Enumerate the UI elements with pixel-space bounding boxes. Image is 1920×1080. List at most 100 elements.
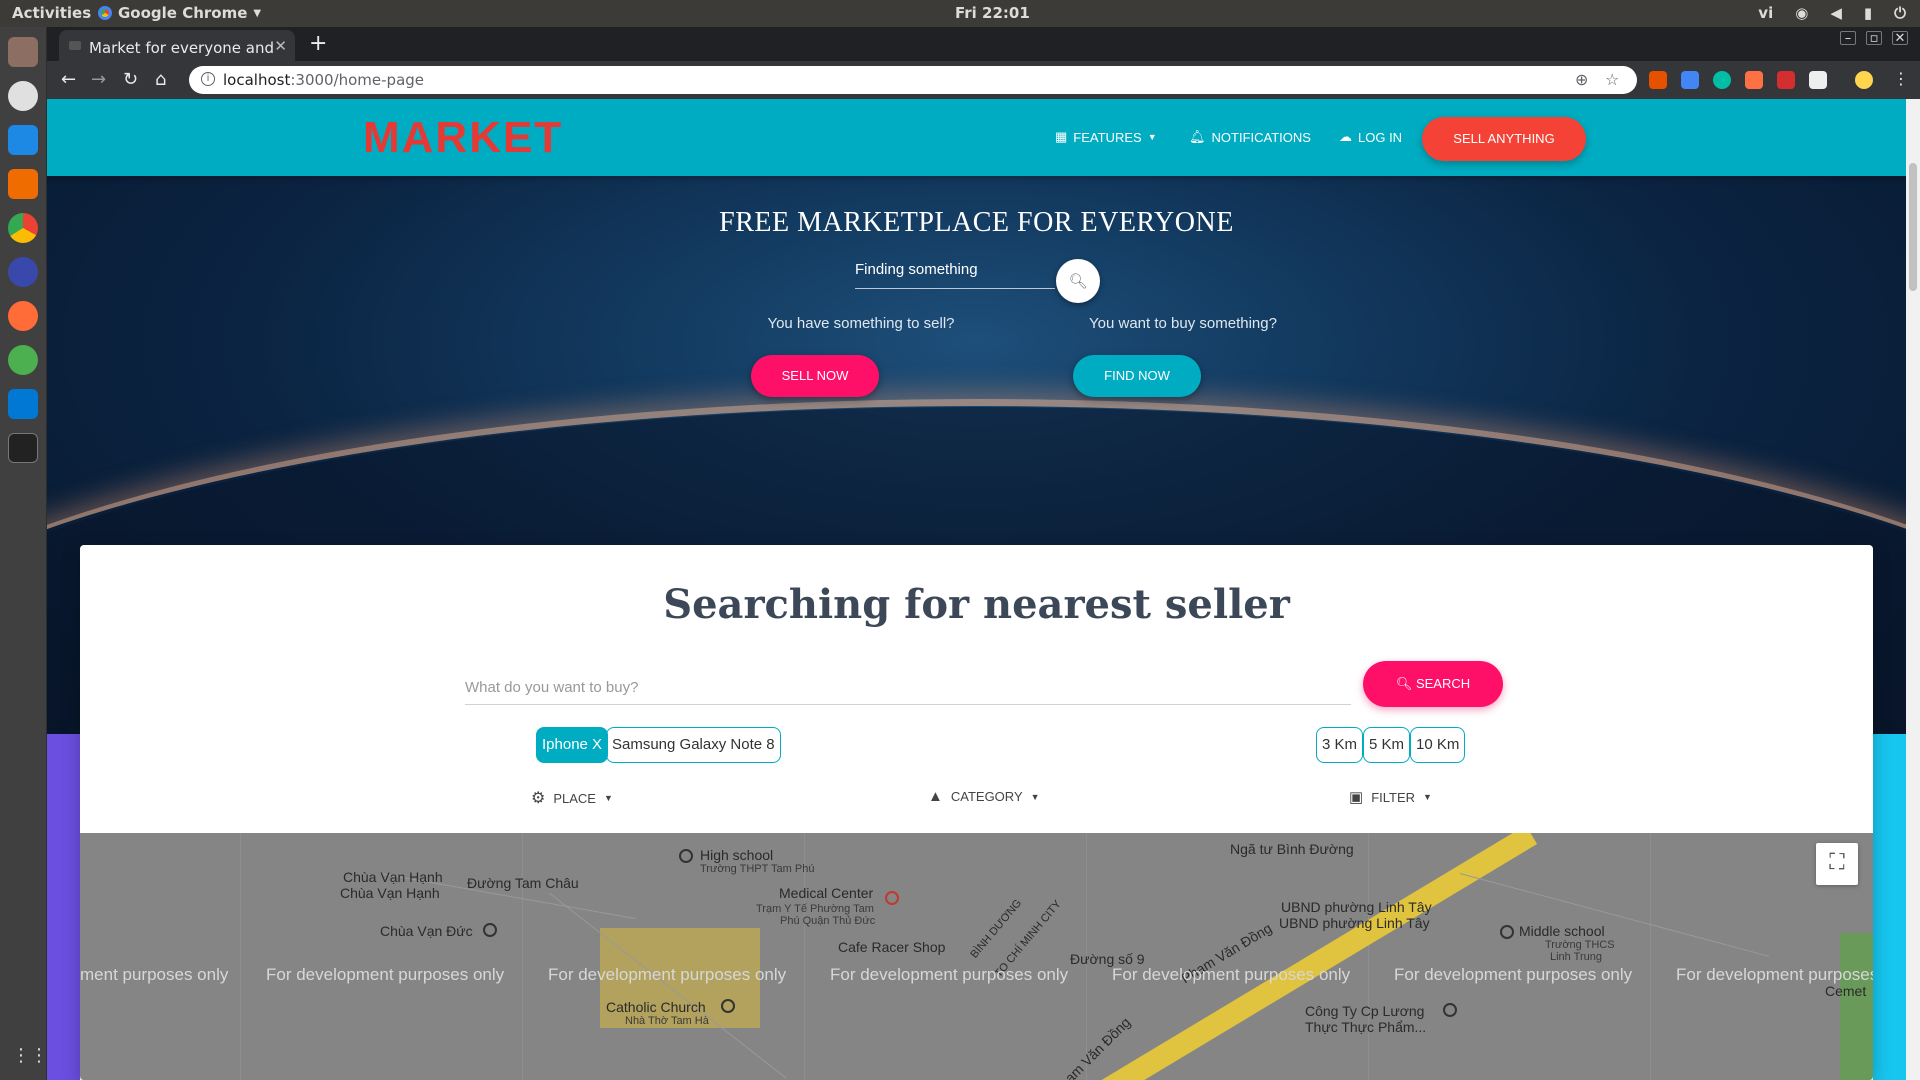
product-chip-samsung[interactable]: Samsung Galaxy Note 8 <box>606 727 781 763</box>
map-icon: ▦ <box>1055 129 1068 144</box>
site-logo[interactable]: MARKET <box>363 113 563 163</box>
activities-button[interactable]: Activities <box>12 4 91 22</box>
url-path: :3000/home-page <box>290 71 425 89</box>
close-tab-icon[interactable]: ✕ <box>274 37 287 55</box>
software-center-icon[interactable] <box>8 169 38 199</box>
map-label-cemetery: Cemet <box>1825 983 1867 999</box>
reload-icon[interactable]: ↻ <box>123 69 138 90</box>
profile-avatar[interactable] <box>1855 71 1873 89</box>
extension-icon-1[interactable] <box>1649 71 1667 89</box>
info-icon[interactable]: i <box>201 72 215 86</box>
translate-extension-icon[interactable] <box>1681 71 1699 89</box>
page-viewport: FREE MARKETPLACE FOR EVERYONE Finding so… <box>47 99 1906 1080</box>
features-menu[interactable]: ▦ FEATURES ▼ <box>1055 129 1157 145</box>
map-label-nga-tu: Ngã tư Bình Đường <box>1230 841 1354 857</box>
new-tab-icon[interactable]: + <box>309 31 327 56</box>
extension-icon-5[interactable] <box>1777 71 1795 89</box>
forward-icon[interactable]: → <box>91 69 106 90</box>
distance-chip-5km[interactable]: 5 Km <box>1363 727 1411 763</box>
map-watermark: For development purposes only <box>548 965 787 984</box>
hero-search-button[interactable]: 🔍︎ <box>1056 259 1100 303</box>
map-label-high-school-sub: Trường THPT Tam Phú <box>700 863 815 875</box>
url-host: localhost <box>223 71 291 89</box>
power-icon: ⏻ <box>1894 4 1906 22</box>
vscode-icon[interactable] <box>8 389 38 419</box>
sell-anything-button[interactable]: SELL ANYTHING <box>1422 117 1586 161</box>
image-filter-icon: ▣ <box>1349 789 1364 806</box>
caret-down-icon: ▼ <box>1030 791 1040 802</box>
map-watermark: ment purposes only <box>80 965 229 984</box>
login-link[interactable]: ☁ LOG IN <box>1339 129 1402 145</box>
distance-chip-10km[interactable]: 10 Km <box>1410 727 1466 763</box>
battery-icon: ▮ <box>1863 4 1873 22</box>
map-tile-line <box>1368 833 1369 1080</box>
product-chip-iphone[interactable]: Iphone X <box>536 727 609 763</box>
tab-strip: Market for everyone and ✕ + – ▫ ✕ <box>47 27 1920 61</box>
browser-tab[interactable]: Market for everyone and ✕ <box>59 30 295 61</box>
extension-icon-3[interactable] <box>1713 71 1731 89</box>
map-park <box>1840 933 1873 1080</box>
android-studio-icon[interactable] <box>8 345 38 375</box>
distance-chip-3km[interactable]: 3 Km <box>1316 727 1364 763</box>
chrome-menu-icon[interactable]: ⋮ <box>1893 69 1909 88</box>
rocket-icon[interactable] <box>8 81 38 111</box>
close-window-icon[interactable]: ✕ <box>1892 31 1908 46</box>
category-label: CATEGORY <box>950 789 1023 804</box>
map-tile-line <box>1650 833 1651 1080</box>
map-label-cong-ty-2: Thực Thực Phẩm... <box>1305 1019 1427 1035</box>
search-button-label: SEARCH <box>1415 676 1471 691</box>
scrollbar-thumb[interactable] <box>1909 163 1917 291</box>
clock[interactable]: Fri 22:01 <box>955 4 1030 22</box>
postman-icon[interactable] <box>8 301 38 331</box>
map-label-middle-sub1: Trường THCS <box>1545 939 1615 951</box>
map-label-medical-sub2: Phú Quận Thủ Đức <box>780 915 876 927</box>
restore-icon[interactable]: ▫ <box>1866 31 1882 46</box>
sell-now-button[interactable]: SELL NOW <box>751 355 879 397</box>
hero-search-input[interactable]: Finding something <box>855 255 1055 289</box>
filter-dropdown[interactable]: ▣ FILTER ▼ <box>1349 788 1432 806</box>
fullscreen-toggle-button[interactable]: ⛶ <box>1816 843 1858 885</box>
system-tray[interactable]: vi ◉ ◀ ▮ ⏻ <box>1758 4 1906 22</box>
zoom-icon[interactable]: ⊕ <box>1575 70 1588 89</box>
search-icon: 🔍︎ <box>1068 272 1088 290</box>
map-watermark: For development purposes only <box>1112 965 1351 984</box>
map-label-chua-van-hanh-2: Chùa Vạn Hạnh <box>340 885 440 901</box>
school-pin-icon <box>1500 925 1514 939</box>
gear-icon: ⚙ <box>531 790 546 807</box>
chrome-icon <box>98 6 112 20</box>
bookmark-star-icon[interactable]: ☆ <box>1605 70 1619 89</box>
map-view[interactable]: Ngã tư Bình Đường High school Trường THP… <box>80 833 1873 1080</box>
dock: ⋮⋮⋮ <box>0 27 66 1080</box>
language-indicator[interactable]: vi <box>1758 4 1773 22</box>
cloud-upload-icon: ☁ <box>1339 129 1352 144</box>
writer-icon[interactable] <box>8 125 38 155</box>
church-pin-icon <box>721 999 735 1013</box>
category-icon: ▲ <box>928 788 943 805</box>
search-button[interactable]: 🔍︎ SEARCH <box>1363 661 1503 707</box>
map-label-catholic-sub: Nhà Thờ Tam Hà <box>625 1015 709 1027</box>
sell-question: You have something to sell? <box>767 315 955 332</box>
page-scrollbar[interactable] <box>1906 99 1920 1080</box>
minimize-icon[interactable]: – <box>1840 31 1856 46</box>
buy-search-input[interactable]: What do you want to buy? <box>465 669 1351 705</box>
caret-down-icon: ▼ <box>253 7 262 19</box>
notifications-link[interactable]: 🔔︎ NOTIFICATIONS <box>1189 129 1311 145</box>
address-bar[interactable]: i localhost:3000/home-page ⊕ ☆ <box>189 66 1637 94</box>
files-icon[interactable] <box>8 37 38 67</box>
terminal-icon[interactable] <box>8 433 38 463</box>
eclipse-icon[interactable] <box>8 257 38 287</box>
site-navbar: MARKET ▦ FEATURES ▼ 🔔︎ NOTIFICATIONS ☁ L… <box>47 99 1906 176</box>
chrome-dock-icon[interactable] <box>8 213 38 243</box>
hospital-pin-icon <box>885 891 899 905</box>
temple-pin-icon <box>483 923 497 937</box>
extension-icon-4[interactable] <box>1745 71 1763 89</box>
category-dropdown[interactable]: ▲ CATEGORY ▼ <box>928 788 1040 805</box>
home-icon[interactable]: ⌂ <box>155 69 166 90</box>
place-dropdown[interactable]: ⚙ PLACE ▼ <box>531 788 613 808</box>
map-label-cong-ty-1: Công Ty Cp Lương <box>1305 1003 1425 1019</box>
back-icon[interactable]: ← <box>61 69 76 90</box>
app-menu[interactable]: Google Chrome ▼ <box>98 4 261 22</box>
left-accent-band <box>47 734 80 1080</box>
extension-icon-6[interactable] <box>1809 71 1827 89</box>
find-now-button[interactable]: FIND NOW <box>1073 355 1201 397</box>
